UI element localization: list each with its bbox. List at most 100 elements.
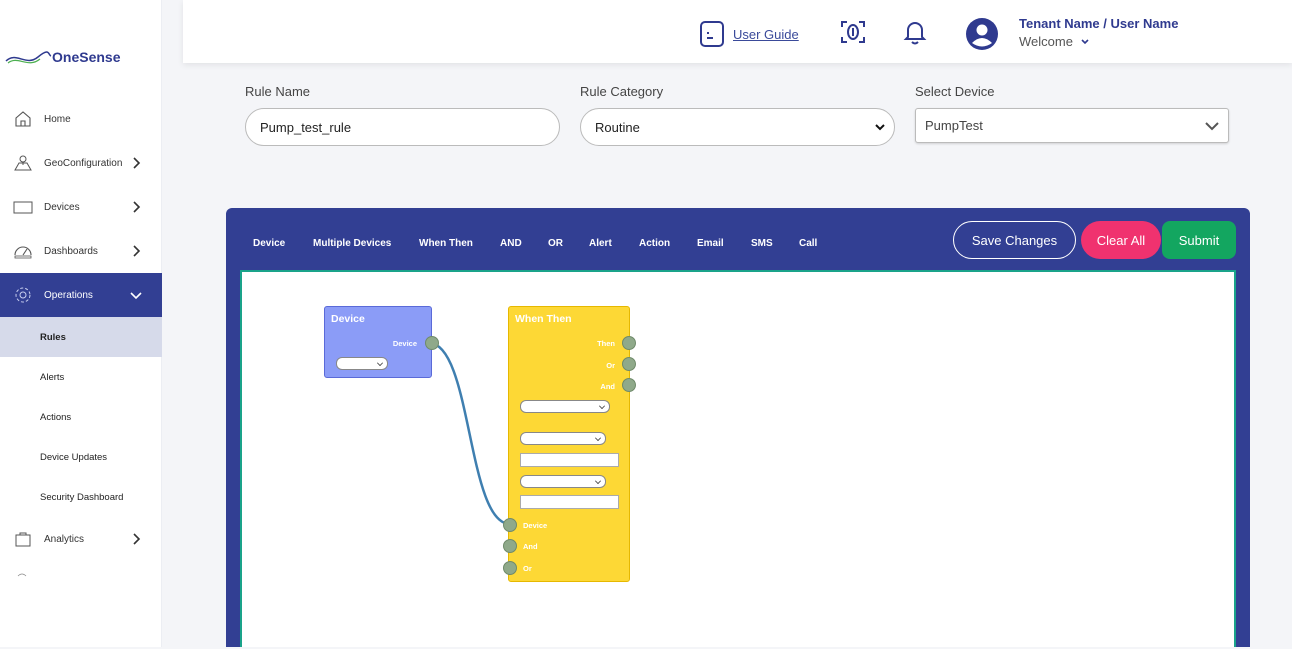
- sidebar-subitem-security-dashboard[interactable]: Security Dashboard: [0, 477, 162, 517]
- chevron-down-icon: [1081, 39, 1089, 45]
- toolbar-action[interactable]: Action: [639, 238, 670, 249]
- when-then-node[interactable]: When Then Then Or And Device And Or: [503, 306, 636, 582]
- rule-category-label: Rule Category: [580, 84, 664, 99]
- gauge-icon: [13, 241, 33, 261]
- condition-select-3[interactable]: [520, 475, 606, 488]
- rule-category-value: Routine: [595, 119, 640, 135]
- toolbar-when-then[interactable]: When Then: [419, 238, 473, 249]
- sidebar: OneSense Home GeoConfiguration Devices D…: [0, 0, 162, 647]
- user-guide-label: User Guide: [733, 26, 799, 42]
- home-icon: [13, 109, 33, 129]
- sidebar-item-operations[interactable]: Operations: [0, 273, 162, 317]
- or-output-port[interactable]: [622, 357, 636, 371]
- sidebar-subitem-actions[interactable]: Actions: [0, 397, 162, 437]
- sidebar-item-home[interactable]: Home: [0, 97, 162, 141]
- toolbar-sms[interactable]: SMS: [751, 238, 773, 249]
- or-port-label: Or: [606, 361, 615, 370]
- toolbar-device[interactable]: Device: [253, 238, 285, 249]
- user-guide-link[interactable]: User Guide: [699, 20, 799, 48]
- sidebar-subitem-label: Alerts: [40, 371, 65, 383]
- condition-value-input-2[interactable]: [520, 495, 619, 509]
- brand-name: OneSense: [52, 49, 121, 65]
- sidebar-item-devices[interactable]: Devices: [0, 185, 162, 229]
- sidebar-subitem-device-updates[interactable]: Device Updates: [0, 437, 162, 477]
- condition-select-2[interactable]: [520, 432, 606, 445]
- select-device-value: PumpTest: [925, 118, 983, 133]
- sidebar-item-label: Devices: [44, 201, 80, 213]
- sidebar-item-dashboards[interactable]: Dashboards: [0, 229, 162, 273]
- sidebar-subitem-label: Device Updates: [40, 451, 108, 463]
- rule-editor-panel: Device Multiple Devices When Then AND OR…: [226, 208, 1250, 647]
- device-output-port[interactable]: [425, 336, 439, 350]
- shopping-bag-icon: [13, 529, 33, 549]
- gear-icon: [13, 285, 33, 305]
- device-input-label: Device: [523, 521, 548, 530]
- sidebar-subitem-label: Actions: [40, 411, 72, 423]
- sidebar-item-label: Home: [44, 113, 71, 125]
- sidebar-subitem-alerts[interactable]: Alerts: [0, 357, 162, 397]
- chevron-down-icon: [377, 360, 383, 366]
- chevron-down-icon: [595, 478, 601, 484]
- sidebar-item-label: Analytics: [44, 533, 85, 545]
- and-output-port[interactable]: [622, 378, 636, 392]
- chevron-right-icon: [133, 245, 141, 257]
- rule-name-label: Rule Name: [245, 84, 311, 99]
- toolbar-and[interactable]: AND: [500, 238, 522, 249]
- sidebar-subitem-rules[interactable]: Rules: [0, 317, 162, 357]
- document-icon: [700, 21, 724, 47]
- fingerprint-icon[interactable]: [839, 18, 867, 46]
- sidebar-item-label: GeoConfiguration: [44, 157, 123, 169]
- and-port-label: And: [600, 382, 615, 391]
- device-node[interactable]: Device Device: [324, 306, 439, 378]
- sidebar-item-geoconfiguration[interactable]: GeoConfiguration: [0, 141, 162, 185]
- condition-select-1[interactable]: [520, 400, 610, 413]
- select-device-dropdown[interactable]: PumpTest: [915, 108, 1229, 143]
- map-pin-icon: [13, 153, 33, 173]
- device-node-select[interactable]: [336, 357, 388, 370]
- chevron-down-icon: [130, 292, 142, 300]
- or-input-label: Or: [523, 564, 532, 573]
- toolbar-call[interactable]: Call: [799, 238, 817, 249]
- chevron-down-icon: [595, 435, 601, 441]
- rule-category-select[interactable]: Routine: [580, 108, 895, 146]
- bell-icon[interactable]: [901, 18, 929, 46]
- chevron-down-icon: [875, 124, 885, 131]
- clear-all-button[interactable]: Clear All: [1081, 221, 1161, 259]
- device-input-port[interactable]: [503, 518, 517, 532]
- wifi-icon: [17, 573, 27, 577]
- user-name: Tenant Name / User Name: [1019, 16, 1179, 31]
- select-device-label: Select Device: [915, 84, 995, 99]
- toolbar-multiple-devices[interactable]: Multiple Devices: [313, 238, 391, 249]
- and-input-port[interactable]: [503, 539, 517, 553]
- onesense-logo[interactable]: OneSense: [4, 44, 154, 70]
- when-then-node-title: When Then: [515, 313, 572, 325]
- sidebar-item-label: Operations: [44, 289, 93, 301]
- then-port-label: Then: [597, 339, 615, 348]
- monitor-icon: [13, 197, 33, 217]
- sidebar-subitem-label: Rules: [40, 331, 66, 343]
- welcome-row: Welcome: [1019, 34, 1178, 49]
- then-output-port[interactable]: [622, 336, 636, 350]
- chevron-right-icon: [133, 157, 141, 169]
- condition-value-input-1[interactable]: [520, 453, 619, 467]
- submit-button[interactable]: Submit: [1162, 221, 1236, 259]
- save-changes-button[interactable]: Save Changes: [953, 221, 1076, 259]
- chevron-down-icon: [599, 403, 605, 409]
- rule-name-input[interactable]: Pump_test_rule: [245, 108, 560, 146]
- user-menu[interactable]: Tenant Name / User Name Welcome: [1019, 16, 1178, 49]
- toolbar-email[interactable]: Email: [697, 238, 724, 249]
- welcome-text: Welcome: [1019, 34, 1073, 49]
- or-input-port[interactable]: [503, 561, 517, 575]
- device-node-port-label: Device: [392, 339, 417, 348]
- device-node-title: Device: [331, 313, 365, 325]
- toolbar-or[interactable]: OR: [548, 238, 563, 249]
- top-header: User Guide Tenant Name / User Name Welco…: [183, 0, 1292, 63]
- toolbar-alert[interactable]: Alert: [589, 238, 612, 249]
- sidebar-item-label: Dashboards: [44, 245, 98, 257]
- chevron-right-icon: [133, 201, 141, 213]
- and-input-label: And: [523, 542, 538, 551]
- sidebar-subitem-label: Security Dashboard: [40, 491, 124, 503]
- avatar[interactable]: [966, 18, 998, 50]
- rule-canvas[interactable]: Device Device When Then Then Or And Devi…: [240, 270, 1236, 647]
- sidebar-item-analytics[interactable]: Analytics: [0, 517, 162, 561]
